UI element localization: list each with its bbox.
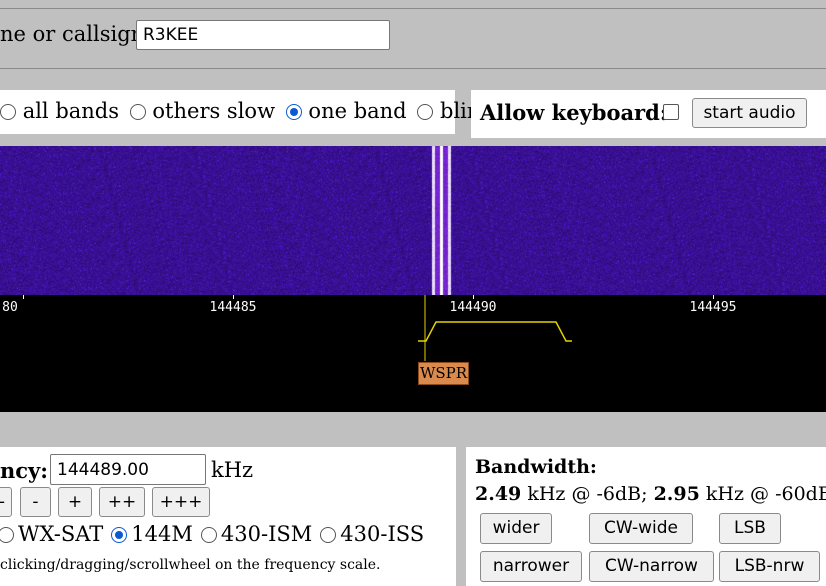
radio-144m[interactable]	[111, 527, 128, 543]
bandwidth-6db-value: 2.49	[475, 483, 522, 505]
bandwidth-panel: Bandwidth: 2.49 kHz @ -6dB; 2.95 kHz @ -…	[466, 447, 826, 586]
start-audio-button[interactable]: start audio	[692, 98, 807, 128]
band-radio-group: WX-SAT 144M 430-ISM 430-ISS	[0, 522, 432, 546]
radio-others-slow[interactable]	[129, 104, 146, 120]
passband-indicator[interactable]	[0, 295, 826, 412]
frequency-panel: ncy: kHz - - + ++ +++ WX-SAT 144M 430-ISM 4…	[0, 447, 456, 586]
passband-shape	[418, 321, 572, 342]
radio-wx-sat[interactable]	[0, 527, 14, 543]
step-plus-button[interactable]: +	[58, 487, 92, 517]
bandwidth-readout: 2.49 kHz @ -6dB; 2.95 kHz @ -60dB	[475, 483, 826, 505]
frequency-label: ncy:	[0, 458, 49, 483]
mode-radio-group: all bands others slow one band blind	[0, 99, 498, 123]
cw-narrow-button[interactable]: CW-narrow	[589, 551, 714, 582]
radio-one-band[interactable]	[285, 104, 302, 120]
frequency-scale[interactable]: 80 144485 144490 144495	[0, 295, 826, 412]
callsign-input[interactable]	[136, 20, 390, 50]
frequency-input[interactable]	[50, 454, 206, 485]
band-label-144m: 144M	[131, 522, 193, 546]
lsb-nrw-button[interactable]: LSB-nrw	[719, 551, 820, 582]
radio-blind[interactable]	[417, 104, 434, 120]
wspr-marker[interactable]: WSPR	[418, 362, 469, 385]
radio-430-ism[interactable]	[200, 527, 217, 543]
mode-panel: all bands others slow one band blind	[0, 90, 494, 134]
bandwidth-6db-text: kHz @ -6dB;	[521, 483, 654, 505]
bandwidth-title: Bandwidth:	[475, 456, 597, 478]
mode-label-others-slow: others slow	[152, 99, 276, 123]
frequency-unit: kHz	[211, 458, 254, 482]
band-label-430-iss: 430-ISS	[340, 522, 425, 546]
allow-keyboard-checkbox[interactable]	[663, 104, 679, 120]
band-label-430-ism: 430-ISM	[220, 522, 313, 546]
step-plus-plus-button[interactable]: ++	[99, 487, 145, 517]
bandwidth-60db-value: 2.95	[653, 483, 700, 505]
step-minus-button[interactable]: -	[20, 487, 51, 517]
lsb-button[interactable]: LSB	[719, 513, 781, 544]
cw-wide-button[interactable]: CW-wide	[589, 513, 693, 544]
wider-button[interactable]: wider	[480, 513, 552, 544]
radio-430-iss[interactable]	[320, 527, 337, 543]
waterfall-display[interactable]	[0, 146, 826, 295]
allow-keyboard-label: Allow keyboard:	[480, 100, 668, 125]
step-plus-plus-plus-button[interactable]: +++	[152, 487, 210, 517]
band-label-wx-sat: WX-SAT	[18, 522, 104, 546]
narrower-button[interactable]: narrower	[480, 551, 582, 582]
step-minus-minus-button[interactable]: -	[0, 487, 12, 517]
callsign-label: ne or callsign:	[0, 22, 152, 46]
top-divider	[0, 8, 826, 9]
bandwidth-60db-text: kHz @ -60dB	[699, 483, 826, 505]
callsign-row: ne or callsign:	[0, 20, 390, 50]
tuning-hint: clicking/dragging/scrollwheel on the fre…	[0, 557, 381, 573]
radio-all-bands[interactable]	[0, 104, 16, 120]
keyboard-panel: Allow keyboard: start audio	[471, 90, 826, 138]
callsign-divider	[0, 68, 826, 69]
mode-label-all-bands: all bands	[22, 99, 120, 123]
mode-label-one-band: one band	[308, 99, 407, 123]
